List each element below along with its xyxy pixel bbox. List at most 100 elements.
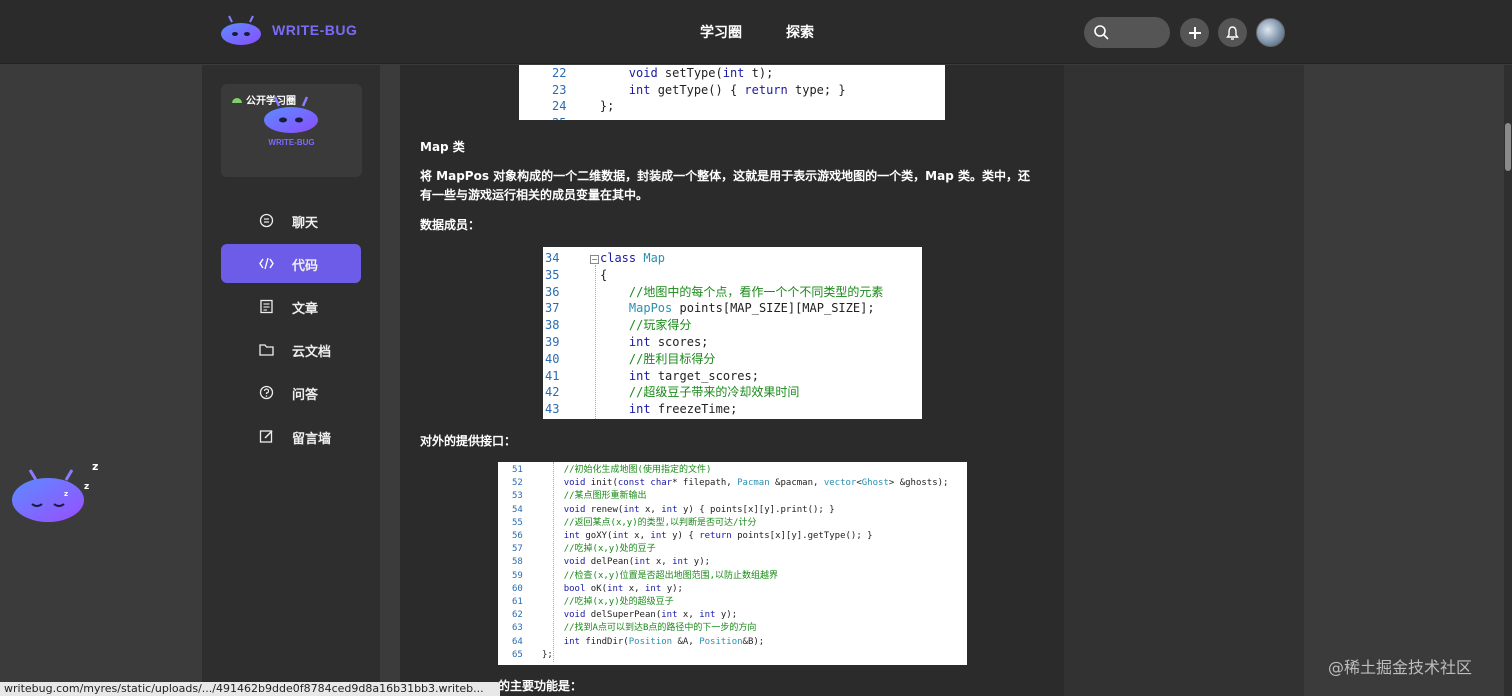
code-line: 53 //某点图形重新输出 [498, 490, 967, 503]
line-number: 42 [545, 385, 560, 400]
sleeping-mascot-icon[interactable]: z z z [8, 458, 108, 528]
sidebar-item-message-wall[interactable]: 留言墙 [221, 417, 361, 456]
search-input[interactable] [1084, 17, 1170, 48]
code-block-map-class: − 34 class Map 35 {36 //地图中的每个点，看作一个个不同类型的元… [543, 247, 922, 419]
brand-name: WRITE-BUG [272, 22, 358, 38]
code-text: int goXY(int x, int y) { return points[x… [563, 531, 873, 542]
circle-brand: WRITE-BUG [268, 138, 315, 147]
code-text: bool oK(int x, int y); [563, 583, 683, 594]
line-number: 22 [552, 66, 567, 80]
code-text: //吃掉(x,y)处的豆子 [563, 544, 656, 555]
code-line: 43 int freezeTime; [543, 401, 922, 418]
code-line: 56 int goXY(int x, int y) { return point… [498, 530, 967, 543]
code-line: 38 //玩家得分 [543, 317, 922, 334]
sidebar-item-label: 文章 [292, 302, 319, 317]
code-line: 35 { [543, 267, 922, 284]
code-text: void setType(int t); [628, 66, 774, 80]
code-line: 55 //返回某点(x,y)的类型,以判断是否可达/计分 [498, 517, 967, 530]
code-text: int target_scores; [628, 368, 759, 383]
plus-icon [1188, 26, 1201, 39]
fold-guide [553, 462, 554, 662]
folder-icon [259, 344, 274, 356]
sidebar-item-cloud-docs[interactable]: 云文档 [221, 330, 361, 369]
line-number: 61 [512, 597, 523, 608]
line-number: 57 [512, 544, 523, 555]
line-number: 59 [512, 570, 523, 581]
code-line: 51 //初始化生成地图(使用指定的文件) [498, 464, 967, 477]
sidebar-item-chat[interactable]: 聊天 [221, 201, 361, 240]
circle-card[interactable]: 公开学习圈 WRITE-BUG [221, 84, 362, 177]
data-members-heading: 数据成员： [420, 218, 481, 232]
nav-learning-circle[interactable]: 学习圈 [700, 22, 742, 42]
line-number: 60 [512, 583, 523, 594]
code-text: //胜利目标得分 [628, 351, 716, 366]
edit-icon [259, 430, 273, 443]
sidebar-item-label: 云文档 [292, 345, 332, 360]
interface-heading: 对外的提供接口： [420, 434, 517, 448]
code-line: 39 int scores; [543, 334, 922, 351]
code-line: 57 //吃掉(x,y)处的豆子 [498, 543, 967, 556]
bell-icon [1226, 25, 1239, 40]
code-line: 36 //地图中的每个点，看作一个个不同类型的元素 [543, 284, 922, 301]
code-text: void delPean(int x, int y); [563, 557, 711, 568]
line-number: 25 [519, 115, 571, 121]
article-content: 22 void setType(int t); 23 int getType() … [400, 65, 1064, 696]
code-text: //检查(x,y)位置是否超出地图范围,以防止数组越界 [563, 570, 779, 581]
nav-explore[interactable]: 探索 [786, 22, 814, 42]
fold-guide [595, 265, 596, 419]
line-number: 41 [545, 368, 560, 383]
sidebar-item-label: 聊天 [292, 216, 319, 231]
brand-logo[interactable]: WRITE-BUG [220, 14, 357, 46]
code-line: 61 //吃掉(x,y)处的超级豆子 [498, 596, 967, 609]
search-icon [1094, 25, 1109, 40]
page-scrollbar[interactable] [1504, 65, 1512, 696]
code-line: 63 //找到A点可以到达B点的路径中的下一步的方向 [498, 622, 967, 635]
code-line: 42 //超级豆子带来的冷却效果时间 [543, 384, 922, 401]
code-line: 40 //胜利目标得分 [543, 351, 922, 368]
code-block-setType: 22 void setType(int t); 23 int getType() … [519, 65, 945, 120]
sidebar-item-articles[interactable]: 文章 [221, 287, 361, 326]
code-text: //找到A点可以到达B点的路径中的下一步的方向 [563, 623, 757, 634]
code-line: 58 void delPean(int x, int y); [498, 556, 967, 569]
robot-logo-icon [220, 14, 262, 46]
code-text: class Map [600, 251, 666, 265]
line-number: 23 [552, 82, 567, 97]
code-line: 59 //检查(x,y)位置是否超出地图范围,以防止数组越界 [498, 570, 967, 583]
code-line: 24 }; [519, 98, 945, 115]
sidebar-item-qa[interactable]: 问答 [221, 373, 361, 412]
line-number: 53 [512, 491, 523, 502]
code-line: 22 void setType(int t); [519, 65, 945, 82]
scrollbar-thumb[interactable] [1505, 123, 1511, 171]
code-line: 62 void delSuperPean(int x, int y); [498, 609, 967, 622]
code-text: //吃掉(x,y)处的超级豆子 [563, 597, 674, 608]
bottom-partial-text: 的主要功能是： [498, 679, 583, 693]
article-icon [260, 299, 273, 314]
right-panel [1064, 65, 1304, 696]
collapse-toggle[interactable]: − [590, 255, 599, 264]
code-text: //玩家得分 [628, 318, 692, 333]
line-number: 35 [545, 267, 560, 282]
code-text: //超级豆子带来的冷却效果时间 [628, 385, 800, 400]
svg-text:z: z [92, 460, 98, 473]
line-number: 39 [545, 334, 560, 349]
notifications-button[interactable] [1218, 18, 1247, 47]
line-number: 37 [545, 301, 560, 316]
main-nav: 学习圈 探索 [700, 22, 814, 42]
code-line: 41 int target_scores; [543, 368, 922, 385]
line-number: 36 [545, 284, 560, 299]
map-description-line1: 将 MapPos 对象构成的一个二维数据，封装成一个整体，这就是用于表示游戏地图… [420, 169, 1030, 183]
code-text: int scores; [628, 334, 709, 349]
code-text: int freezeTime; [628, 402, 738, 417]
add-button[interactable] [1180, 18, 1209, 47]
svg-text:z: z [84, 482, 89, 492]
code-text: int findDir(Position &A, Position&B); [563, 636, 765, 647]
user-avatar[interactable] [1256, 18, 1285, 47]
sidebar-item-code[interactable]: 代码 [221, 244, 361, 283]
link-status-bar: writebug.com/myres/static/uploads/.../49… [0, 682, 500, 696]
sidebar-item-label: 代码 [292, 259, 319, 274]
line-number: 54 [512, 504, 523, 515]
code-text: int getType() { return type; } [628, 82, 846, 97]
code-line: 54 void renew(int x, int y) { points[x][… [498, 504, 967, 517]
line-number: 38 [545, 318, 560, 333]
code-line: 64 int findDir(Position &A, Position&B); [498, 636, 967, 649]
